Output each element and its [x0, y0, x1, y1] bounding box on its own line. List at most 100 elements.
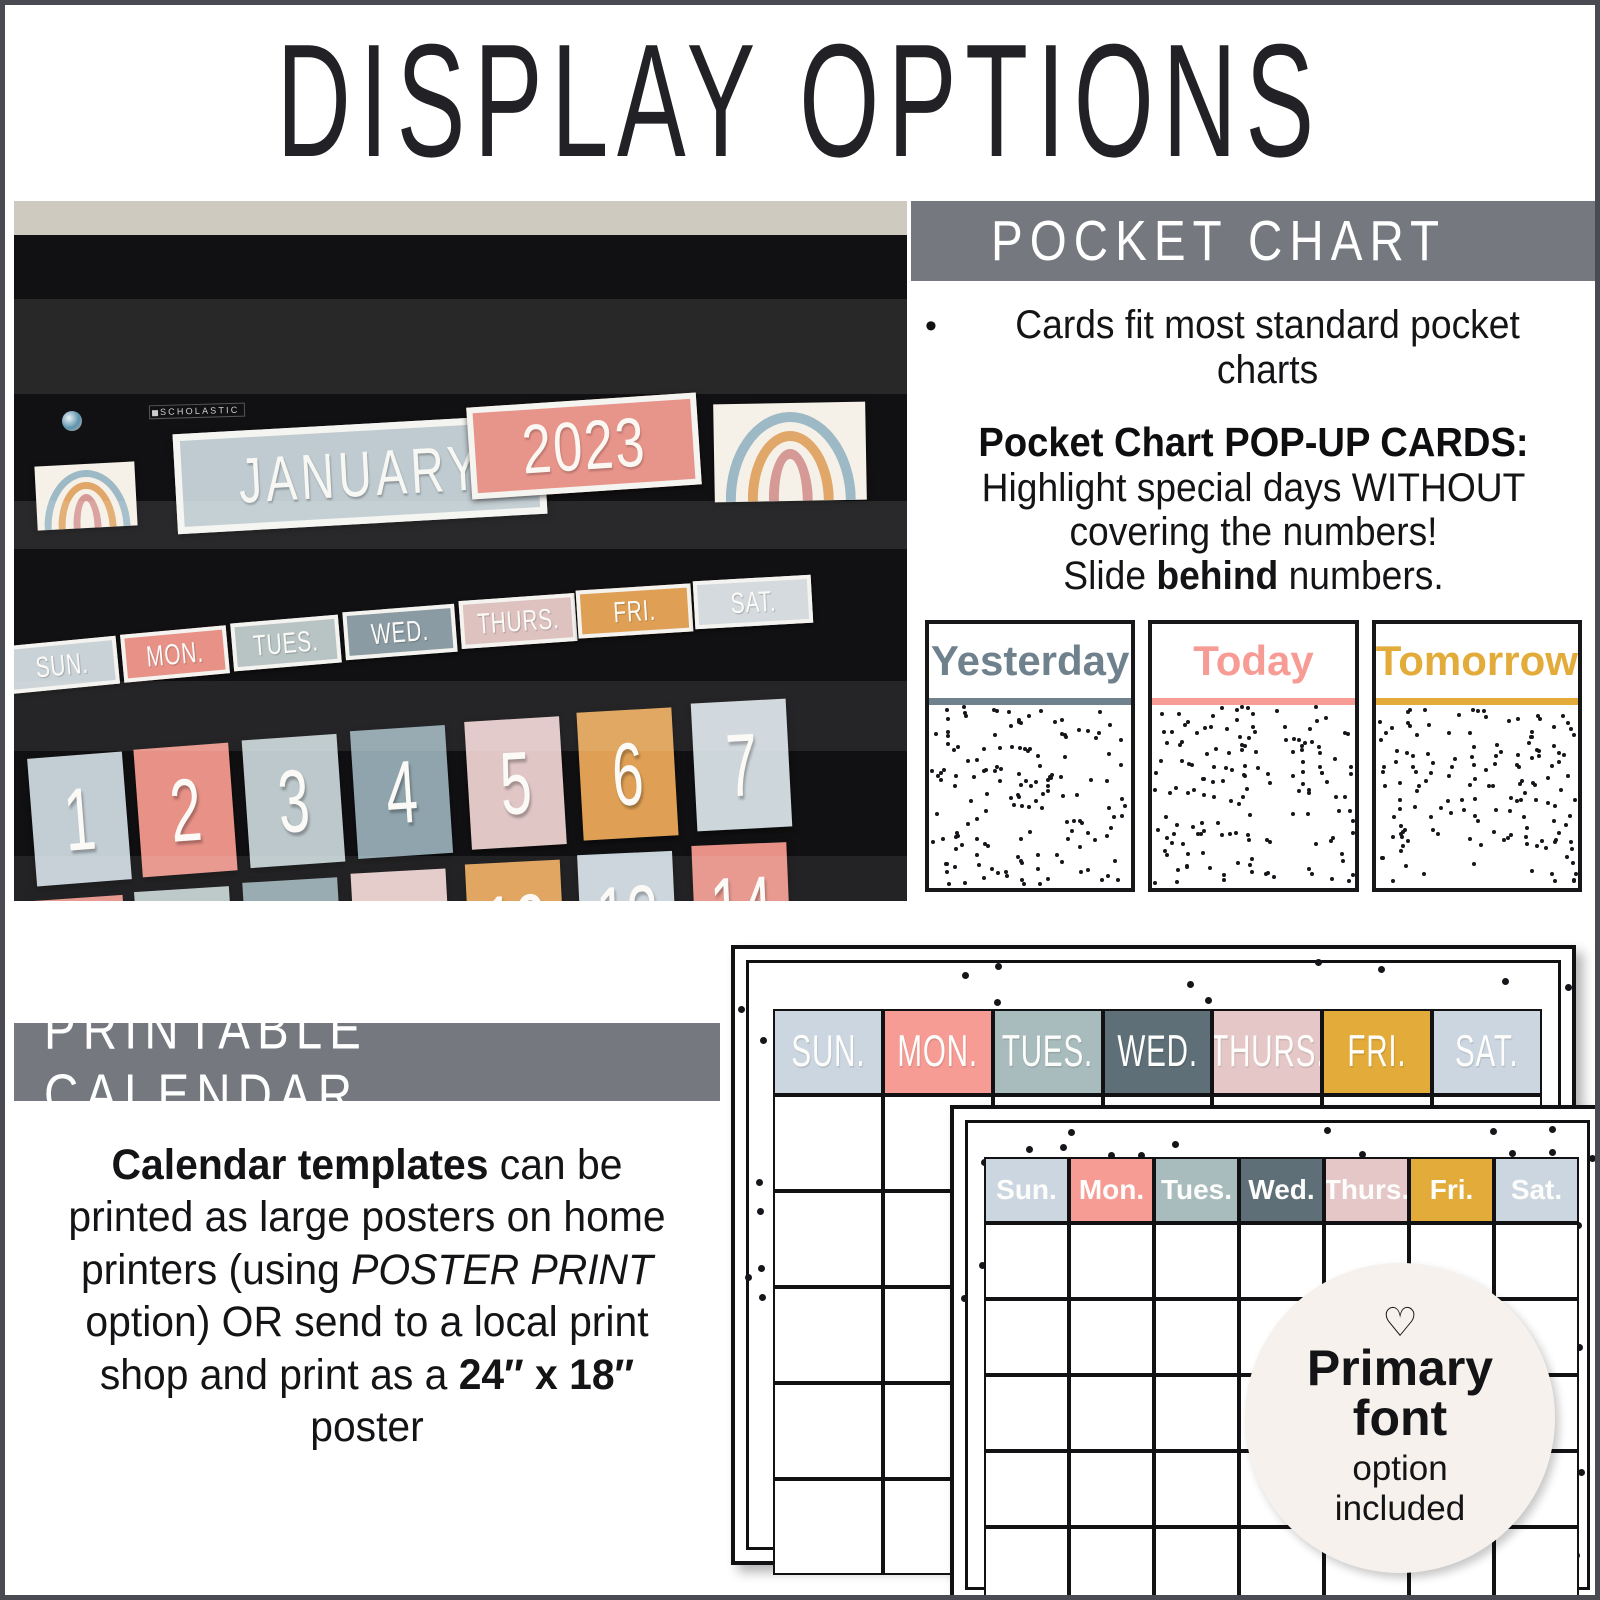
confetti-dot	[1275, 709, 1280, 714]
confetti-dot	[1251, 724, 1256, 729]
confetti-dot	[1153, 881, 1158, 886]
confetti-dot	[965, 822, 970, 827]
heart-icon: ♡	[1382, 1300, 1418, 1345]
confetti-dot	[1588, 1155, 1595, 1163]
confetti-dot	[997, 779, 1002, 784]
confetti-dot	[1065, 836, 1070, 841]
confetti-dot	[1252, 729, 1257, 734]
confetti-dot	[1247, 838, 1252, 843]
confetti-dot	[1560, 713, 1565, 718]
confetti-dot	[1301, 782, 1306, 787]
photo-wall-band	[14, 201, 907, 235]
confetti-dot	[1203, 725, 1208, 730]
confetti-dot	[1060, 1143, 1068, 1151]
confetti-dot	[984, 809, 988, 814]
confetti-dot	[1551, 725, 1556, 730]
pocket-chart-body: • Cards fit most standard pocket charts …	[911, 281, 1595, 892]
confetti-dot	[934, 812, 939, 817]
confetti-dot	[1228, 799, 1233, 804]
confetti-dot	[1210, 779, 1215, 784]
confetti-dot	[1009, 744, 1014, 749]
confetti-dot	[1296, 789, 1301, 794]
confetti-dot	[1571, 861, 1576, 866]
calendar-day-header: Fri.	[1409, 1157, 1494, 1223]
confetti-dot	[946, 881, 951, 886]
confetti-dot	[1169, 730, 1174, 735]
confetti-dot	[1250, 869, 1255, 874]
calendar-day-header: MON.	[882, 1009, 993, 1095]
calendar-day-cell	[1069, 1223, 1154, 1299]
confetti-dot	[1172, 1141, 1180, 1148]
confetti-dot	[1439, 806, 1444, 811]
photo-day-header-label: SAT.	[729, 583, 777, 620]
confetti-dot	[946, 742, 951, 747]
calendar-day-cell	[1069, 1451, 1154, 1527]
calendar-day-cell	[1069, 1299, 1154, 1375]
confetti-dot	[1164, 852, 1169, 857]
confetti-dot	[1105, 874, 1110, 879]
confetti-dot	[961, 972, 969, 980]
confetti-dot	[1245, 705, 1250, 710]
calendar-day-cell	[984, 1375, 1069, 1451]
confetti-dot	[1392, 815, 1397, 820]
confetti-dot	[1572, 798, 1577, 803]
confetti-dot	[1175, 867, 1180, 872]
printable-calendar-body-text: Calendar templates can be printed as lar…	[32, 1101, 703, 1454]
confetti-dot	[1348, 765, 1353, 770]
confetti-dot	[1486, 783, 1491, 788]
confetti-dot	[1517, 782, 1522, 787]
confetti-dot	[1026, 1145, 1034, 1153]
confetti-dot	[1190, 825, 1195, 830]
confetti-dot	[1381, 856, 1386, 861]
confetti-dot	[1317, 765, 1322, 770]
popup-sample-card-dots	[1376, 705, 1578, 888]
confetti-dot	[1377, 965, 1385, 973]
calendar-day-header: Wed.	[1239, 1157, 1324, 1223]
confetti-dot	[1094, 736, 1099, 741]
popup-sample-card-label: Today	[1193, 636, 1314, 684]
calendar-day-header-label: Sat.	[1510, 1174, 1563, 1205]
confetti-dot	[1016, 719, 1021, 724]
confetti-dot	[1239, 747, 1244, 752]
confetti-dot	[1227, 751, 1232, 756]
confetti-dot	[1568, 727, 1573, 732]
confetti-dot	[1096, 730, 1101, 735]
confetti-dot	[1431, 827, 1436, 832]
confetti-dot	[1028, 830, 1032, 835]
confetti-dot	[1557, 751, 1562, 756]
confetti-dot	[1565, 854, 1570, 859]
confetti-dot	[994, 709, 999, 714]
confetti-dot	[1405, 710, 1410, 715]
confetti-dot	[1478, 842, 1483, 847]
confetti-dot	[1566, 773, 1571, 778]
confetti-dot	[1247, 735, 1252, 740]
confetti-dot	[744, 1273, 752, 1281]
confetti-dot	[1397, 798, 1402, 803]
calendar-day-header: SUN.	[773, 1009, 883, 1095]
confetti-dot	[1025, 749, 1030, 754]
calendar-day-header-label: WED.	[1117, 1026, 1198, 1077]
confetti-dot	[1180, 842, 1185, 847]
confetti-dot	[1034, 780, 1039, 785]
confetti-dot	[1427, 722, 1432, 727]
confetti-dot	[1569, 846, 1574, 851]
popup-sample-card-rule	[1152, 697, 1355, 705]
confetti-dot	[1305, 811, 1310, 816]
confetti-dot	[1565, 720, 1570, 725]
confetti-dot	[966, 758, 971, 763]
confetti-dot	[1449, 810, 1454, 815]
confetti-dot	[1423, 779, 1428, 784]
confetti-dot	[1507, 808, 1512, 813]
calendar-day-header-label: MON.	[897, 1026, 979, 1077]
confetti-dot	[1310, 739, 1315, 744]
photo-date-number: 1	[59, 767, 100, 871]
confetti-dot	[1039, 806, 1044, 811]
calendar-day-cell	[1154, 1451, 1239, 1527]
photo-day-header-label: FRI.	[612, 592, 657, 629]
confetti-dot	[1200, 776, 1205, 781]
confetti-dot	[1505, 835, 1510, 840]
confetti-dot	[1564, 984, 1572, 992]
confetti-dot	[1524, 826, 1529, 831]
confetti-dot	[1268, 839, 1273, 844]
confetti-dot	[997, 746, 1002, 751]
